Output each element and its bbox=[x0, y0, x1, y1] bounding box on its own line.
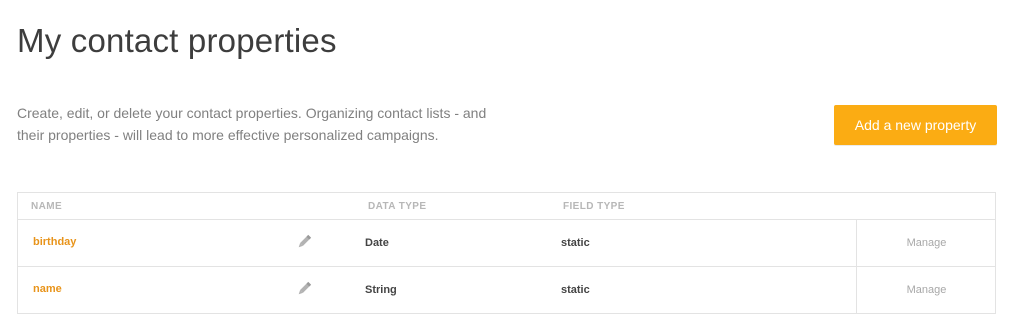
property-name-link[interactable]: birthday bbox=[33, 236, 76, 248]
header-field-type: FIELD TYPE bbox=[563, 201, 625, 212]
field-type-value: static bbox=[561, 237, 590, 249]
data-type-value: String bbox=[365, 284, 397, 296]
properties-table: NAME DATA TYPE FIELD TYPE birthday Date … bbox=[17, 192, 996, 314]
page-description: Create, edit, or delete your contact pro… bbox=[17, 102, 507, 146]
data-type-value: Date bbox=[365, 237, 389, 249]
pencil-icon[interactable] bbox=[295, 233, 313, 251]
pencil-icon[interactable] bbox=[295, 280, 313, 298]
table-row: name String static Manage bbox=[18, 267, 995, 314]
manage-link[interactable]: Manage bbox=[856, 220, 996, 266]
add-property-button[interactable]: Add a new property bbox=[834, 105, 997, 145]
header-data-type: DATA TYPE bbox=[368, 201, 427, 212]
table-header: NAME DATA TYPE FIELD TYPE bbox=[18, 193, 995, 220]
page-title: My contact properties bbox=[17, 22, 337, 59]
table-row: birthday Date static Manage bbox=[18, 220, 995, 267]
field-type-value: static bbox=[561, 284, 590, 296]
description-line-2: their properties - will lead to more eff… bbox=[17, 127, 439, 143]
header-name: NAME bbox=[31, 201, 63, 212]
property-name-link[interactable]: name bbox=[33, 283, 62, 295]
manage-link[interactable]: Manage bbox=[856, 267, 996, 314]
description-line-1: Create, edit, or delete your contact pro… bbox=[17, 105, 487, 121]
